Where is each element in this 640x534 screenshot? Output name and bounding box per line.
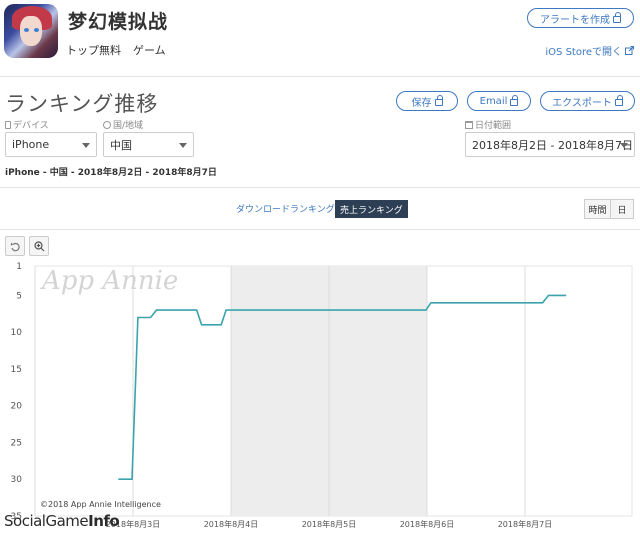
chevron-down-icon [82, 143, 90, 148]
undo-icon [10, 242, 20, 251]
ranking-chart[interactable]: 151015202530352018年8月3日 2018年8月4日 2018年8月5… [0, 258, 640, 534]
app-genre[interactable]: ゲーム [133, 42, 166, 58]
country-select-value: 中国 [110, 138, 132, 152]
x-tick-label: 2018年8月6日 [400, 519, 455, 529]
reset-zoom-button[interactable] [5, 236, 25, 256]
granularity-hour-button[interactable]: 時間 [584, 199, 611, 219]
date-label-text: 日付範囲 [475, 121, 512, 131]
granularity-day-label: 日 [617, 205, 627, 216]
section-title: ランキング推移 [5, 92, 159, 116]
app-title: 梦幻模拟战 [68, 11, 169, 33]
filter-summary: iPhone - 中国 - 2018年8月2日 - 2018年8月7日 [5, 168, 217, 178]
footer-logo: SocialGameInfo [4, 512, 120, 530]
lock-icon [614, 95, 623, 106]
ios-store-link[interactable]: iOS Storeで開く [545, 43, 634, 58]
zoom-button[interactable] [29, 236, 49, 256]
create-alert-button[interactable]: アラートを作成 [527, 8, 634, 28]
zoom-in-icon [33, 240, 44, 251]
divider [0, 229, 640, 230]
export-button[interactable]: エクスポート [540, 91, 635, 111]
footer-logo-part3: Info [88, 512, 120, 530]
device-icon [5, 120, 11, 129]
y-tick-label: 10 [11, 328, 23, 338]
y-tick-label: 25 [11, 438, 22, 448]
y-tick-label: 15 [11, 365, 22, 375]
chart-copyright: ©2018 App Annie Intelligence [40, 500, 161, 509]
lock-icon [434, 95, 443, 106]
granularity-day-button[interactable]: 日 [611, 199, 634, 219]
tab-sales-label: 売上ランキング [340, 205, 403, 216]
divider [0, 187, 640, 188]
y-tick-label: 30 [11, 475, 23, 485]
y-tick-label: 20 [11, 402, 23, 412]
chart-watermark: App Annie [42, 266, 179, 296]
export-label: エクスポート [552, 97, 612, 109]
country-filter-label: 国/地域 [103, 118, 143, 131]
icon-eye-right [34, 28, 39, 32]
footer-logo-part2: Game [45, 512, 89, 530]
create-alert-label: アラートを作成 [540, 14, 610, 26]
calendar-icon [465, 120, 473, 129]
date-range-select[interactable]: 2018年8月2日 - 2018年8月7日 [465, 132, 635, 157]
device-label-text: デバイス [13, 121, 49, 131]
icon-eye-left [24, 28, 29, 32]
email-label: Email [479, 95, 508, 107]
external-link-icon [625, 46, 634, 55]
y-tick-label: 1 [16, 262, 22, 272]
date-filter-label: 日付範囲 [465, 118, 511, 131]
device-filter-label: デバイス [5, 118, 49, 131]
icon-face [20, 16, 42, 46]
save-button[interactable]: 保存 [396, 91, 458, 111]
save-label: 保存 [411, 97, 432, 109]
chevron-down-icon [620, 143, 628, 148]
email-button[interactable]: Email [467, 91, 531, 111]
country-label-text: 国/地域 [113, 121, 144, 131]
footer-logo-part1: Social [4, 512, 46, 530]
lock-icon [613, 12, 621, 23]
device-select-value: iPhone [12, 138, 50, 151]
tab-download-ranking[interactable]: ダウンロードランキング [236, 202, 335, 215]
country-select[interactable]: 中国 [103, 132, 194, 157]
x-tick-label: 2018年8月4日 [204, 519, 259, 529]
date-range-value: 2018年8月2日 - 2018年8月7日 [472, 138, 633, 152]
lock-icon [510, 95, 519, 106]
app-icon [4, 4, 58, 58]
x-tick-label: 2018年8月5日 [302, 519, 357, 529]
tab-sales-ranking[interactable]: 売上ランキング [335, 200, 408, 218]
y-tick-label: 5 [16, 291, 22, 301]
x-tick-label: 2018年8月7日 [498, 519, 553, 529]
chevron-down-icon [179, 143, 187, 148]
granularity-hour-label: 時間 [588, 205, 607, 216]
device-select[interactable]: iPhone [5, 132, 97, 157]
app-category: トップ無料 [66, 44, 121, 57]
divider [0, 76, 640, 77]
globe-icon [103, 120, 111, 129]
ios-store-label: iOS Storeで開く [545, 47, 622, 58]
